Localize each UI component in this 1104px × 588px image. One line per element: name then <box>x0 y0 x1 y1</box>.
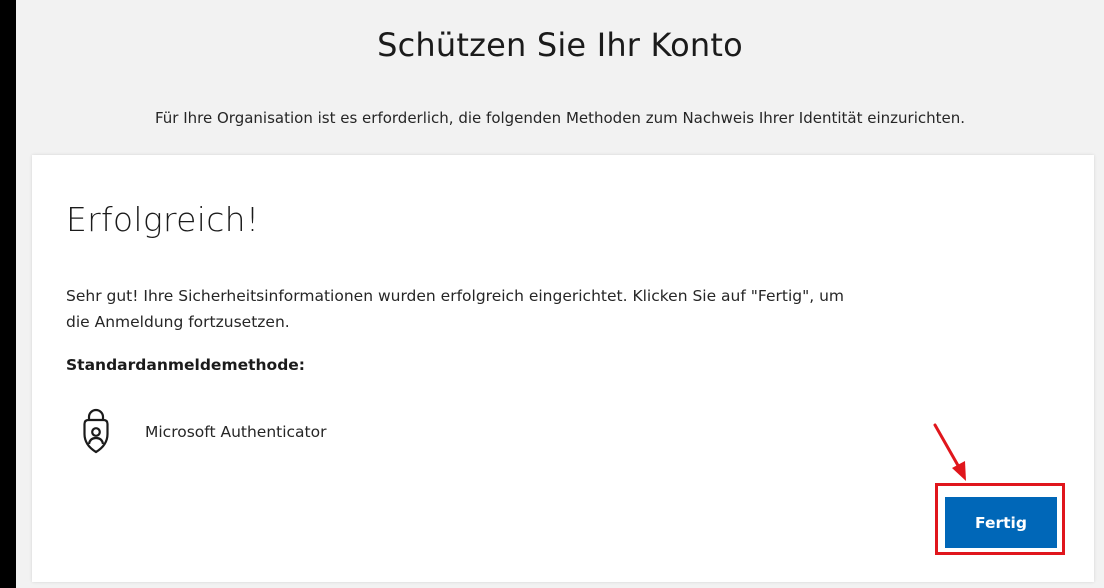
success-card: Erfolgreich! Sehr gut! Ihre Sicherheitsi… <box>32 155 1094 582</box>
done-button[interactable]: Fertig <box>945 497 1057 548</box>
authenticator-lock-icon <box>80 408 112 456</box>
success-message: Sehr gut! Ihre Sicherheitsinformationen … <box>66 287 844 331</box>
default-method-label: Standardanmeldemethode: <box>66 356 306 374</box>
method-name: Microsoft Authenticator <box>145 423 327 441</box>
page-title: Schützen Sie Ihr Konto <box>377 26 743 64</box>
success-heading: Erfolgreich! <box>66 200 260 239</box>
annotation-arrow-icon <box>933 423 966 481</box>
page-subtitle: Für Ihre Organisation ist es erforderlic… <box>154 109 966 127</box>
default-method-row: Microsoft Authenticator <box>80 405 327 459</box>
